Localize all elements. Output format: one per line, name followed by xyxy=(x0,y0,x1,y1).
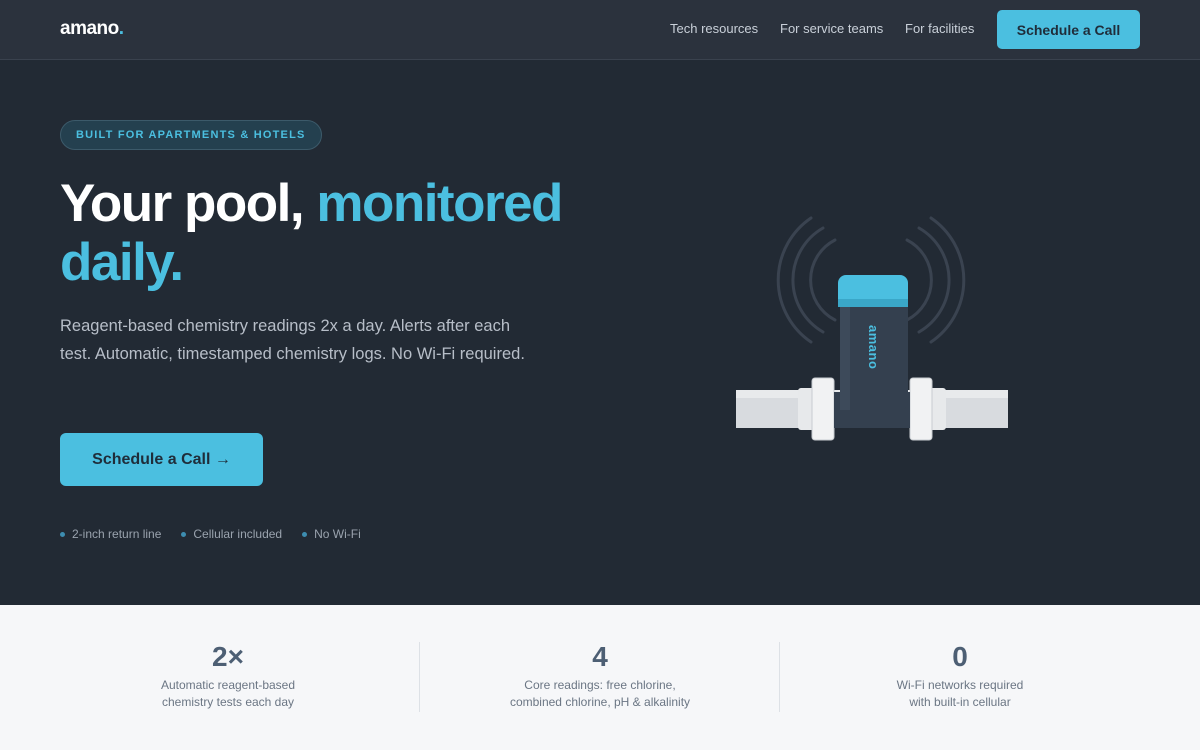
feature-label: No Wi-Fi xyxy=(314,527,361,541)
nav-schedule-call-button[interactable]: Schedule a Call xyxy=(997,10,1140,49)
feature-list: 2-inch return line Cellular included No … xyxy=(60,527,361,541)
stat-value: 4 xyxy=(592,641,608,672)
logo-text: amano xyxy=(60,18,119,39)
hero-subcopy: Reagent-based chemistry readings 2x a da… xyxy=(60,317,525,363)
stat-core-readings: 4 Core readings: free chlorine, combined… xyxy=(420,641,780,711)
device-illustration: amano xyxy=(730,210,1015,450)
feature-item: Cellular included xyxy=(181,527,282,541)
device-brand-text: amano xyxy=(866,325,881,369)
stat-label: Automatic reagent-based chemistry tests … xyxy=(160,678,296,709)
bullet-dot-icon xyxy=(302,531,308,537)
stat-label: Wi-Fi networks required with built-in ce… xyxy=(896,678,1024,709)
feature-item: No Wi-Fi xyxy=(302,527,361,541)
bullet-dot-icon xyxy=(60,531,65,537)
feature-label: Cellular included xyxy=(193,527,283,541)
feature-item: 2-inch return line xyxy=(60,527,161,541)
stat-wifi-networks: 0 Wi-Fi networks required with built-in … xyxy=(780,641,1140,711)
nav-link-facilities[interactable]: For facilities xyxy=(905,21,974,36)
nav-link-tech-resources[interactable]: Tech resources xyxy=(670,21,758,36)
top-nav: amano. Tech resources For service teams … xyxy=(0,0,1200,60)
logo[interactable]: amano. xyxy=(60,18,124,40)
hero-schedule-call-button[interactable]: Schedule a Call → xyxy=(60,433,263,486)
stat-value: 2× xyxy=(212,641,244,672)
nav-link-service-teams[interactable]: For service teams xyxy=(780,21,883,36)
headline-plain: Your pool, xyxy=(60,174,317,233)
audience-badge: BUILT FOR APARTMENTS & HOTELS xyxy=(60,120,322,150)
stat-value: 0 xyxy=(952,641,968,672)
stats-section: 2× Automatic reagent-based chemistry tes… xyxy=(0,605,1200,750)
stat-label: Core readings: free chlorine, combined c… xyxy=(509,678,691,709)
feature-label: 2-inch return line xyxy=(72,527,162,541)
logo-dot: . xyxy=(118,18,124,39)
hero-headline: Your pool, monitored daily. xyxy=(60,174,620,292)
stat-tests-per-day: 2× Automatic reagent-based chemistry tes… xyxy=(48,641,408,711)
bullet-dot-icon xyxy=(181,531,187,537)
